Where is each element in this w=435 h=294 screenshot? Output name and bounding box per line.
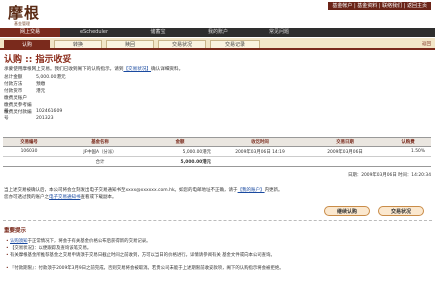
summary-row: 缴费灵付款编号 201323 xyxy=(4,109,54,121)
nav-item-faq[interactable]: 常见问题 xyxy=(248,28,310,37)
note-text: 内更新。 xyxy=(264,188,283,193)
nav-item-my-account[interactable]: 我的账户 xyxy=(188,28,248,37)
sub-tabs: 认购 转换 赎回 交易状况 交易记录 xyxy=(0,38,435,50)
summary-label: 付款货币 xyxy=(4,89,23,94)
tip-item: • 【交易状况】：以便跟踪及查询该笔交易。 xyxy=(6,246,430,252)
logo-text: 摩根 xyxy=(8,4,41,22)
tab-transaction-status[interactable]: 交易状况 xyxy=(158,40,206,48)
table-row: 106030 JF中国A（分派） 5,000.00港元 2009年03月06日 … xyxy=(3,146,431,157)
tab-switch[interactable]: 转换 xyxy=(54,40,102,48)
summary-value: 港元 xyxy=(36,89,46,94)
tab-transaction-history[interactable]: 交易记录 xyxy=(210,40,260,48)
tip-item: • 有关摩根基金所推荐基金之交易申请须于交易日截止时间之前收到，方可以当日的价格… xyxy=(6,253,430,259)
summary-row: 总计金额 5,000.00港元 xyxy=(4,74,66,80)
col-header: 收讫时间 xyxy=(215,137,305,147)
summary-value: 5,000.00港元 xyxy=(36,75,66,80)
tab-subscribe[interactable]: 认购 xyxy=(4,40,50,48)
confirmation-note: 当上述交易被确认后，本公司将会立刻发出电子交易通知书至xxxx@xxxxxx.c… xyxy=(4,187,429,201)
transaction-status-link[interactable]: 【交易状况】 xyxy=(123,67,151,72)
logo-subtitle: 基金管理 xyxy=(14,21,30,26)
order-table: 交易编号 基金名称 金额 收讫时间 交易日期 认购费 106030 JF中国A（… xyxy=(3,137,431,167)
tab-redeem[interactable]: 赎回 xyxy=(106,40,154,48)
tip-text: 【交易状况】：以便跟踪及查询该笔交易。 xyxy=(10,246,92,251)
summary-label: 缴费灵账户 xyxy=(4,96,27,101)
instruction-text: 承蒙使用摩根网上交易。我们已收到阁下的认购指示，请到【交易状况】确认详细资料。 xyxy=(4,66,429,72)
nav-item-escheduler[interactable]: eScheduler xyxy=(60,28,128,37)
subscribe-notes-link[interactable]: 认购须知 xyxy=(10,239,28,244)
date-time: 日期：2009年03月06日 时间：14:20:34 xyxy=(348,173,431,178)
instruction-pre: 承蒙使用摩根网上交易。我们已收到阁下的认购指示，请到 xyxy=(4,67,124,72)
tip-text: 『付款期限』：付款须于2009年3月9日之前完成，否则交易将会被取消。若贵公司未… xyxy=(10,266,284,271)
tips-title: 重要提示 xyxy=(4,228,27,234)
tip-text: 于正常情况下，将会于有关基金价格公布后获得新的交易记录。 xyxy=(27,239,151,244)
summary-label: 付款方法 xyxy=(4,82,23,87)
nav-item-online-trading[interactable]: 网上交易 xyxy=(0,28,60,37)
cell-amount: 5,000.00港元 xyxy=(145,146,215,157)
cell-trade-date: 2009年03月06日 xyxy=(305,146,385,157)
table-total-row: 合计 5,000.00港元 xyxy=(3,156,431,167)
tip-item: • 『付款期限』：付款须于2009年3月9日之前完成，否则交易将会被取消。若贵公… xyxy=(6,266,430,272)
tip-item: • 认购须知于正常情况下，将会于有关基金价格公布后获得新的交易记录。 xyxy=(6,239,430,245)
tip-text: 有关摩根基金所推荐基金之交易申请须于交易日截止时间之前收到，方可以当日的价格进行… xyxy=(10,253,275,258)
logo[interactable]: 摩根 基金管理 xyxy=(8,2,48,28)
total-label: 合计 xyxy=(55,156,145,167)
summary-label: 总计金额 xyxy=(4,75,23,80)
cell-fee: 1.50% xyxy=(385,146,431,157)
cell-id: 106030 xyxy=(3,146,55,157)
main-nav: 网上交易 eScheduler 储蓄宝 我的账户 常见问题 xyxy=(0,28,435,37)
summary-label: 缴费灵付款编号 xyxy=(4,110,32,121)
summary-value: 预缴 xyxy=(36,82,46,87)
summary-row: 付款方法 预缴 xyxy=(4,81,45,87)
back-link[interactable]: 返回 xyxy=(422,41,431,47)
divider xyxy=(3,220,432,221)
col-header: 金额 xyxy=(145,137,215,147)
note-text: 您亦可透过我的账户之 xyxy=(4,195,49,200)
transaction-status-button[interactable]: 交易状况 xyxy=(378,206,424,216)
my-account-link[interactable]: 【我的账户】 xyxy=(238,188,265,193)
note-text: 当上述交易被确认后，本公司将会立刻发出电子交易通知书至xxxx@xxxxxx.c… xyxy=(4,188,238,193)
col-header: 基金名称 xyxy=(55,137,145,147)
top-links[interactable]: 基金帐户 | 基金资料 | 联络我们 | 返回主页 xyxy=(328,2,431,10)
instruction-post: 确认详细资料。 xyxy=(151,67,184,72)
col-header: 认购费 xyxy=(385,137,431,147)
cell-fund: JF中国A（分派） xyxy=(55,146,145,157)
table-header-row: 交易编号 基金名称 金额 收讫时间 交易日期 认购费 xyxy=(3,137,431,147)
note-text: 查看或下载副本。 xyxy=(80,195,117,200)
nav-item-savings[interactable]: 储蓄宝 xyxy=(128,28,188,37)
summary-value: 201323 xyxy=(36,116,54,121)
col-header: 交易日期 xyxy=(305,137,385,147)
page-title: 认购 :: 指示收妥 xyxy=(4,55,72,65)
summary-row: 缴费灵账户 xyxy=(4,95,36,101)
cell-received: 2009年03月06日 14:19 xyxy=(215,146,305,157)
col-header: 交易编号 xyxy=(3,137,55,147)
continue-subscribe-button[interactable]: 继续认购 xyxy=(324,206,370,216)
summary-row: 付款货币 港元 xyxy=(4,88,45,94)
e-notice-link[interactable]: 电子交易通知书 xyxy=(49,195,81,200)
total-amount: 5,000.00港元 xyxy=(145,156,215,167)
